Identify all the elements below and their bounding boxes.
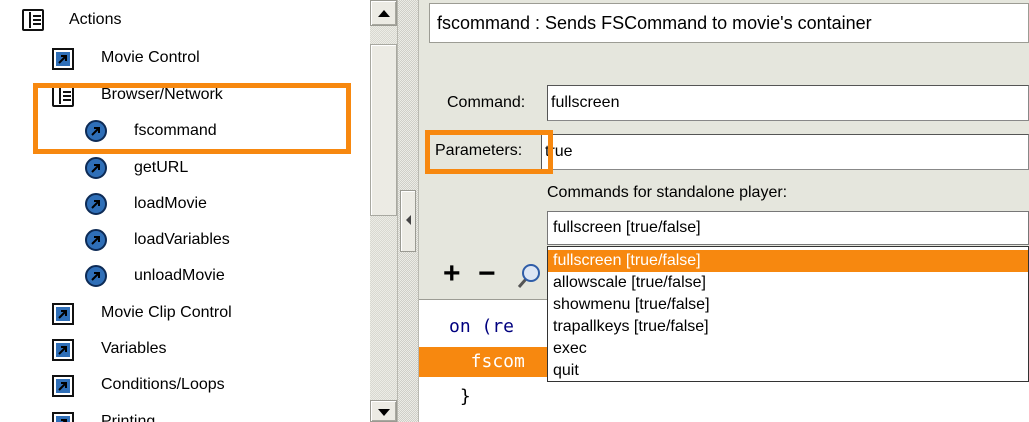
actions-panel: Actions Movie Control Browser/Network fs… — [0, 0, 397, 422]
tree-item-label: Conditions/Loops — [101, 376, 225, 393]
tree-item-label: Browser/Network — [101, 86, 223, 103]
book-icon — [22, 9, 44, 31]
command-label: Command: — [447, 94, 526, 111]
code-line[interactable]: } — [419, 382, 1029, 412]
remove-action-button[interactable]: − — [478, 259, 496, 289]
action-parameters-panel: fscommand : Sends FSCommand to movie's c… — [419, 0, 1029, 422]
scroll-down-button[interactable] — [370, 400, 397, 422]
action-circle-icon — [85, 265, 107, 287]
parameters-field[interactable]: true — [541, 134, 1029, 170]
tree-item-movie-control[interactable]: Movie Control — [0, 40, 370, 76]
tree-item-label: Variables — [101, 340, 167, 357]
actions-scrollbar[interactable] — [370, 0, 397, 422]
dropdown-option-quit[interactable]: quit — [548, 360, 1028, 382]
dropdown-option-trapallkeys[interactable]: trapallkeys [true/false] — [548, 316, 1028, 338]
standalone-commands-dropdown[interactable]: fullscreen [true/false] allowscale [true… — [547, 246, 1029, 382]
standalone-commands-label: Commands for standalone player: — [547, 184, 788, 201]
tree-item-variables[interactable]: Variables — [0, 331, 370, 367]
action-arrow-icon — [52, 48, 74, 70]
add-action-button[interactable]: + — [443, 259, 461, 289]
action-circle-icon — [85, 229, 107, 251]
tree-item-label: unloadMovie — [134, 267, 225, 284]
scroll-thumb[interactable] — [370, 44, 397, 216]
tree-item-fscommand[interactable]: fscommand — [0, 113, 370, 149]
action-arrow-icon — [52, 412, 74, 422]
action-circle-icon — [85, 120, 107, 142]
tree-item-conditions-loops[interactable]: Conditions/Loops — [0, 367, 370, 403]
tree-item-loadvariables[interactable]: loadVariables — [0, 222, 370, 258]
action-arrow-icon — [52, 375, 74, 397]
tree-item-label: getURL — [134, 159, 189, 176]
tree-item-movie-clip-control[interactable]: Movie Clip Control — [0, 295, 370, 331]
tree-item-label: Actions — [69, 11, 122, 28]
action-arrow-icon — [52, 303, 74, 325]
collapse-panel-button[interactable] — [400, 190, 416, 252]
standalone-commands-select[interactable]: fullscreen [true/false] — [547, 211, 1029, 245]
action-circle-icon — [85, 193, 107, 215]
tree-item-label: loadMovie — [134, 195, 207, 212]
tree-item-label: Movie Control — [101, 49, 200, 66]
arrow-up-icon — [378, 10, 390, 17]
tree-item-label: Printing — [101, 413, 156, 422]
scroll-up-button[interactable] — [370, 0, 397, 26]
action-circle-icon — [85, 157, 107, 179]
tree-item-unloadmovie[interactable]: unloadMovie — [0, 258, 370, 294]
dropdown-option-fullscreen[interactable]: fullscreen [true/false] — [548, 250, 1028, 272]
command-field[interactable]: fullscreen — [547, 85, 1029, 121]
tree-item-label: loadVariables — [134, 231, 230, 248]
tree-item-printing[interactable]: Printing — [0, 404, 370, 422]
dropdown-option-exec[interactable]: exec — [548, 338, 1028, 360]
dropdown-option-allowscale[interactable]: allowscale [true/false] — [548, 272, 1028, 294]
parameters-label: Parameters: — [435, 142, 523, 159]
tree-item-actions[interactable]: Actions — [0, 2, 370, 38]
action-description: fscommand : Sends FSCommand to movie's c… — [429, 3, 1029, 43]
collapse-left-icon — [406, 215, 411, 225]
arrow-down-icon — [378, 409, 390, 416]
tree-item-label: fscommand — [134, 122, 217, 139]
book-icon — [52, 85, 74, 107]
dropdown-option-showmenu[interactable]: showmenu [true/false] — [548, 294, 1028, 316]
action-arrow-icon — [52, 339, 74, 361]
tree-item-label: Movie Clip Control — [101, 304, 232, 321]
tree-item-loadmovie[interactable]: loadMovie — [0, 186, 370, 222]
find-icon[interactable] — [515, 263, 545, 289]
tree-item-browser-network[interactable]: Browser/Network — [0, 77, 370, 113]
panel-splitter[interactable] — [397, 0, 419, 422]
tree-item-geturl[interactable]: getURL — [0, 150, 370, 186]
